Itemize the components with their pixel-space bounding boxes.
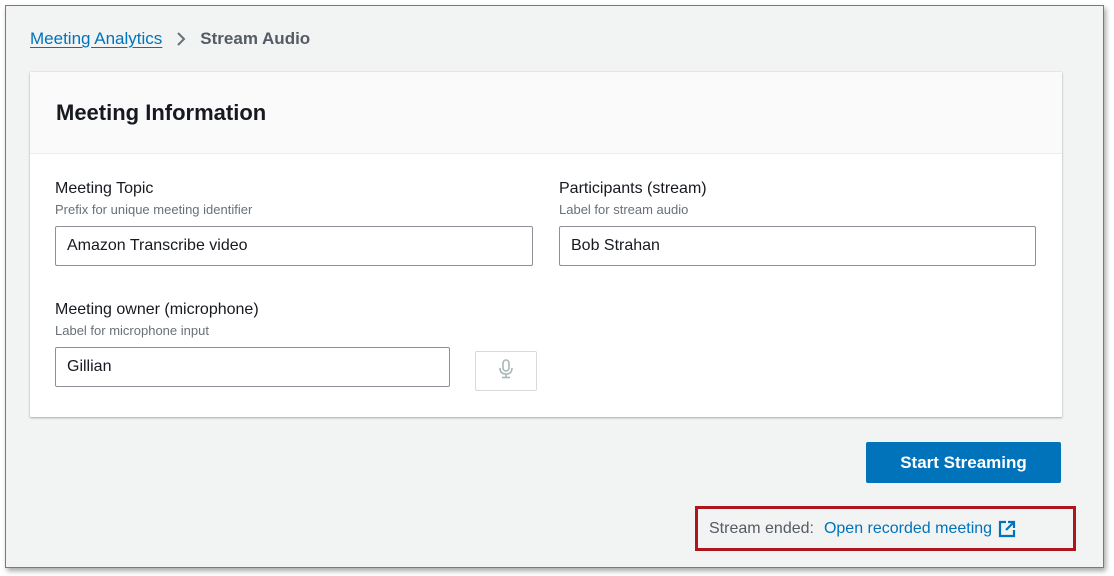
app-frame: Meeting Analytics Stream Audio Meeting I… — [5, 5, 1104, 568]
breadcrumb-meeting-analytics[interactable]: Meeting Analytics — [30, 29, 162, 49]
meeting-owner-input[interactable]: Gillian — [55, 347, 450, 387]
breadcrumb-current: Stream Audio — [200, 29, 311, 48]
external-link-icon[interactable] — [998, 520, 1016, 538]
breadcrumb: Meeting Analytics Stream Audio — [30, 28, 310, 50]
stream-status: Stream ended: Open recorded meeting — [695, 506, 1076, 551]
participants-label: Participants (stream) — [559, 180, 707, 197]
open-recorded-meeting-link[interactable]: Open recorded meeting — [824, 520, 992, 538]
panel-header: Meeting Information — [30, 72, 1062, 154]
open-recorded-meeting-label: Open recorded meeting — [823, 519, 993, 537]
participants-field: Participants (stream) Label for stream a… — [559, 179, 1036, 266]
panel-title: Meeting Information — [56, 99, 267, 125]
microphone-button[interactable] — [475, 351, 537, 391]
participants-input[interactable]: Bob Strahan — [559, 226, 1036, 266]
participants-description: Label for stream audio — [559, 202, 689, 217]
meeting-owner-field: Meeting owner (microphone) Label for mic… — [55, 300, 450, 387]
meeting-topic-field: Meeting Topic Prefix for unique meeting … — [55, 179, 533, 266]
meeting-topic-input[interactable]: Amazon Transcribe video — [55, 226, 533, 266]
meeting-information-panel: Meeting Information Meeting Topic Prefix… — [30, 72, 1062, 417]
start-streaming-button[interactable]: Start Streaming — [866, 442, 1061, 483]
meeting-owner-label: Meeting owner (microphone) — [55, 301, 259, 318]
microphone-icon — [497, 358, 515, 384]
meeting-topic-description: Prefix for unique meeting identifier — [55, 202, 253, 217]
meeting-topic-label: Meeting Topic — [55, 180, 154, 197]
stream-status-label: Stream ended: — [709, 519, 814, 537]
chevron-right-icon — [176, 31, 186, 47]
meeting-owner-description: Label for microphone input — [55, 323, 209, 338]
